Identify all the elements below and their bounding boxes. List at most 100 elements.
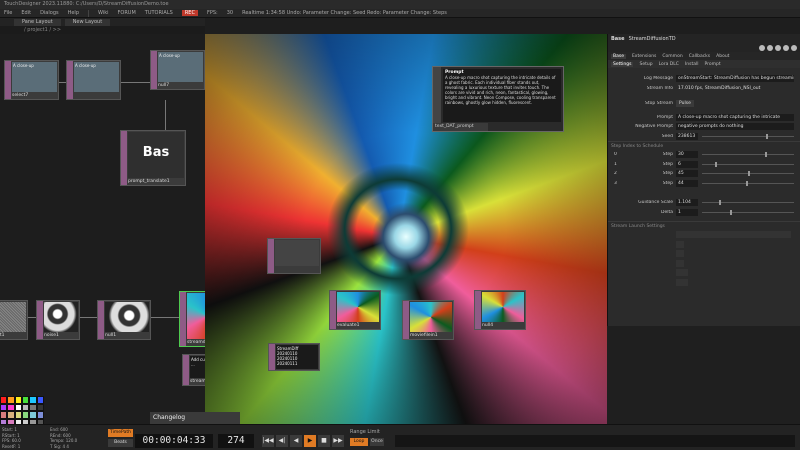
slider-knob[interactable] [714, 161, 717, 167]
step-3-field[interactable]: 44 [676, 179, 698, 187]
range-loop-button[interactable]: Loop [350, 438, 368, 446]
step-back-button[interactable]: ◀| [276, 435, 288, 447]
stat-resetf[interactable]: ResetF: 1 [2, 444, 50, 450]
tab-callbacks[interactable]: Callbacks [689, 54, 710, 59]
step-3-slider[interactable] [702, 180, 794, 186]
lower-right-pane[interactable] [607, 326, 800, 424]
menu-forum[interactable]: FORUM [118, 10, 136, 16]
tab-new-layout[interactable]: New Layout [64, 18, 111, 26]
add-icon[interactable] [791, 44, 797, 51]
palette-swatch[interactable] [36, 396, 44, 404]
play-reverse-button[interactable]: ◀ [290, 435, 302, 447]
palette-swatch[interactable] [14, 411, 22, 419]
menu-file[interactable]: File [4, 10, 12, 16]
log-message-field[interactable]: onStreamStart: StreamDiffusion has begun… [676, 75, 794, 83]
step-0-slider[interactable] [702, 152, 794, 158]
stop-stream-button[interactable]: Pulse [676, 100, 694, 108]
palette-swatch[interactable] [14, 396, 22, 404]
select-node-b[interactable]: A close-up [66, 60, 121, 100]
menu-wiki[interactable]: Wiki [98, 10, 109, 16]
null4-node[interactable]: null4 [474, 290, 526, 330]
prompt-translate-node[interactable]: Bas prompt_translate1 [120, 130, 186, 186]
fast-forward-button[interactable]: ▶▶ [332, 435, 344, 447]
noise1-node[interactable]: noise1 [36, 300, 80, 340]
palette-swatch[interactable] [22, 411, 30, 419]
tab-common[interactable]: Common [662, 54, 682, 59]
null1-node[interactable]: null1 [97, 300, 151, 340]
tab-extensions[interactable]: Extensions [632, 54, 656, 59]
palette-swatch[interactable] [29, 396, 37, 404]
palette-swatch[interactable] [7, 411, 15, 419]
slider-knob[interactable] [764, 152, 767, 158]
evaluate1-node[interactable]: evaluate1 [329, 290, 381, 330]
play-button[interactable]: ▶ [304, 435, 316, 447]
viewer-node-small[interactable] [267, 238, 321, 274]
palette-swatch[interactable] [29, 411, 37, 419]
palette-swatch[interactable] [0, 396, 8, 404]
guidance-scale-field[interactable]: 1.104 [676, 199, 698, 207]
palette-swatch[interactable] [0, 411, 8, 419]
timepath-button[interactable]: TimePath [108, 429, 133, 437]
timeline-scrubber[interactable] [395, 435, 795, 447]
tab-lora[interactable]: Lora DLC [659, 62, 679, 67]
palette-swatch[interactable] [7, 403, 15, 411]
slider-knob[interactable] [766, 133, 769, 139]
palette-swatch[interactable] [36, 403, 44, 411]
palette-swatch[interactable] [22, 403, 30, 411]
beats-button[interactable]: Beats [108, 439, 133, 447]
rewind-start-button[interactable]: |◀◀ [262, 435, 274, 447]
seed-field[interactable]: 238613 [676, 132, 698, 140]
select7-node[interactable]: A close-up select7 [4, 60, 59, 100]
pin-icon[interactable] [759, 44, 765, 51]
timecode-display[interactable]: 00:00:04:33 [135, 434, 213, 448]
menu-edit[interactable]: Edit [21, 10, 31, 16]
comp-name[interactable]: StreamDiffusionTD [629, 36, 676, 42]
table-node[interactable]: StreamDiff 20240110 20240110 20240111 [268, 343, 320, 371]
network-editor[interactable]: A close-up select7 A close-up A close-up… [0, 34, 248, 410]
tab-prompt[interactable]: Prompt [704, 62, 720, 67]
gear-icon[interactable] [775, 44, 781, 51]
menu-tutorials[interactable]: TUTORIALS [145, 10, 173, 16]
palette-swatch[interactable] [14, 403, 22, 411]
null7-node[interactable]: A close-up null7 [150, 50, 205, 90]
tab-install[interactable]: Install [685, 62, 699, 67]
palette-swatch[interactable] [36, 411, 44, 419]
palette-swatch[interactable] [7, 396, 15, 404]
network-path[interactable]: / project1 / >> [0, 26, 205, 34]
color-palette[interactable] [0, 396, 44, 426]
tab-setup[interactable]: Setup [639, 62, 652, 67]
rec-badge[interactable]: REC [181, 10, 198, 16]
prompt-document[interactable]: Prompt A close-up macro shot capturing t… [443, 69, 561, 122]
frame-number[interactable]: 274 [218, 434, 254, 448]
tab-settings[interactable]: Settings [611, 61, 634, 67]
help-icon[interactable] [783, 44, 789, 51]
slider-knob[interactable] [718, 200, 721, 206]
step-2-slider[interactable] [702, 171, 794, 177]
guidance-slider[interactable] [702, 200, 794, 206]
noise-left-node[interactable]: rt1 [0, 300, 28, 340]
prompt-text-node[interactable]: Prompt A close-up macro shot capturing t… [432, 66, 564, 132]
changelog-panel[interactable]: Changelog [150, 412, 240, 424]
palette-swatch[interactable] [29, 403, 37, 411]
palette-swatch[interactable] [22, 396, 30, 404]
stream-info-field[interactable]: 17.010 fps, StreamDiffusion_NSI_out [676, 85, 794, 92]
tab-about[interactable]: About [716, 54, 729, 59]
palette-swatch[interactable] [0, 403, 8, 411]
tab-pane-layout[interactable]: Pane Layout [14, 18, 61, 26]
stop-button[interactable]: ■ [318, 435, 330, 447]
menu-help[interactable]: Help [68, 10, 79, 16]
seed-slider[interactable] [702, 133, 794, 139]
tab-base[interactable]: Base [611, 53, 626, 59]
delta-slider[interactable] [702, 209, 794, 215]
step-0-field[interactable]: 30 [676, 151, 698, 159]
slider-knob[interactable] [746, 180, 749, 186]
delta-field[interactable]: 1 [676, 208, 698, 216]
moviefilein-node[interactable]: moviefilein1 [402, 300, 454, 340]
slider-knob[interactable] [729, 209, 732, 215]
negative-prompt-field[interactable]: negative prompts do nothing [676, 123, 794, 131]
menu-dialogs[interactable]: Dialogs [40, 10, 59, 16]
step-1-field[interactable]: 6 [676, 160, 698, 168]
range-once-button[interactable]: Once [370, 438, 384, 446]
step-2-field[interactable]: 45 [676, 170, 698, 178]
stat-tsig[interactable]: T Sig: 4 4 [50, 444, 98, 450]
